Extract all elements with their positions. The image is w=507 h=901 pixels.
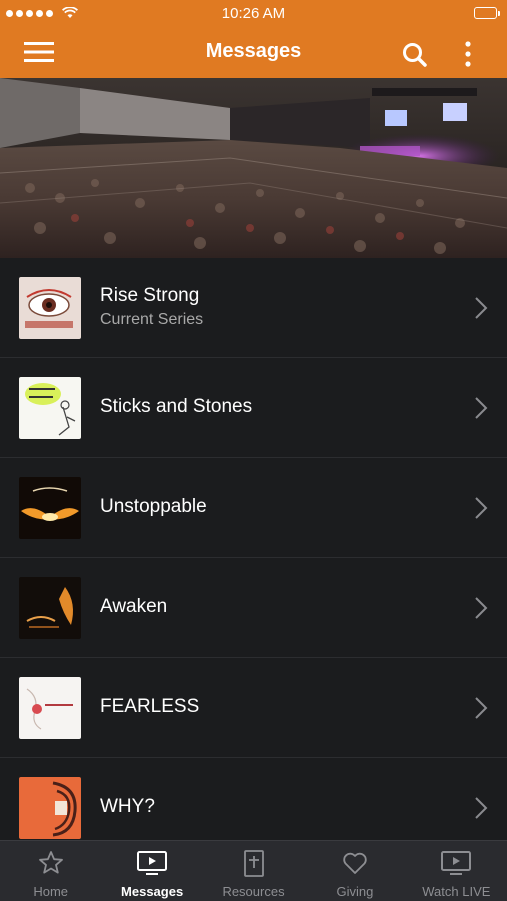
navigation-bar: Messages — [0, 28, 507, 78]
chevron-right-icon — [475, 497, 488, 519]
chevron-right-icon — [475, 597, 488, 619]
item-title: WHY? — [100, 796, 155, 817]
messages-list: Rise Strong Current Series Sticks and St… — [0, 258, 507, 840]
item-title: Sticks and Stones — [100, 396, 253, 417]
fearless-thumbnail — [19, 677, 81, 739]
chevron-right-icon — [475, 397, 488, 419]
list-item-why[interactable]: WHY? — [0, 758, 507, 840]
heart-icon — [343, 852, 367, 874]
star-icon — [38, 851, 63, 874]
tab-label: Watch LIVE — [422, 884, 491, 899]
tab-label: Messages — [121, 884, 184, 899]
tv-play-icon — [441, 851, 472, 875]
why-thumbnail — [19, 777, 81, 839]
more-options-icon[interactable] — [458, 40, 478, 70]
item-subtitle: Current Series — [100, 311, 204, 328]
item-title: Rise Strong — [100, 285, 200, 306]
rise-strong-thumbnail — [19, 277, 81, 339]
awaken-thumbnail — [19, 577, 81, 639]
list-item-fearless[interactable]: FEARLESS — [0, 658, 507, 758]
tab-watch-live[interactable]: Watch LIVE — [406, 841, 507, 901]
bible-icon — [243, 850, 264, 877]
chevron-right-icon — [475, 297, 488, 319]
chevron-right-icon — [475, 797, 488, 819]
unstoppable-thumbnail — [19, 477, 81, 539]
item-title: FEARLESS — [100, 696, 200, 717]
search-icon[interactable] — [400, 40, 430, 70]
list-item-awaken[interactable]: Awaken — [0, 558, 507, 658]
item-title: Awaken — [100, 596, 168, 617]
tv-play-icon — [137, 851, 168, 875]
list-item-sticks-and-stones[interactable]: Sticks and Stones — [0, 358, 507, 458]
tab-giving[interactable]: Giving — [304, 841, 405, 901]
page-title: Messages — [205, 40, 302, 62]
status-bar: 10:26 AM — [0, 0, 507, 28]
hero-image — [0, 78, 507, 258]
sticks-and-stones-thumbnail — [19, 377, 81, 439]
status-time: 10:26 AM — [221, 5, 286, 22]
tab-messages[interactable]: Messages — [101, 841, 202, 901]
tab-label: Resources — [222, 884, 285, 899]
tab-bar: Home Messages Resources Giving Watch LIV… — [0, 840, 507, 901]
chevron-right-icon — [475, 697, 488, 719]
tab-label: Home — [33, 884, 69, 899]
list-item-rise-strong[interactable]: Rise Strong Current Series — [0, 258, 507, 358]
tab-label: Giving — [336, 884, 374, 899]
auditorium-photo — [0, 78, 507, 258]
item-title: Unstoppable — [100, 496, 207, 517]
list-item-unstoppable[interactable]: Unstoppable — [0, 458, 507, 558]
tab-resources[interactable]: Resources — [203, 841, 304, 901]
tab-home[interactable]: Home — [0, 841, 101, 901]
battery-icon — [474, 7, 500, 19]
